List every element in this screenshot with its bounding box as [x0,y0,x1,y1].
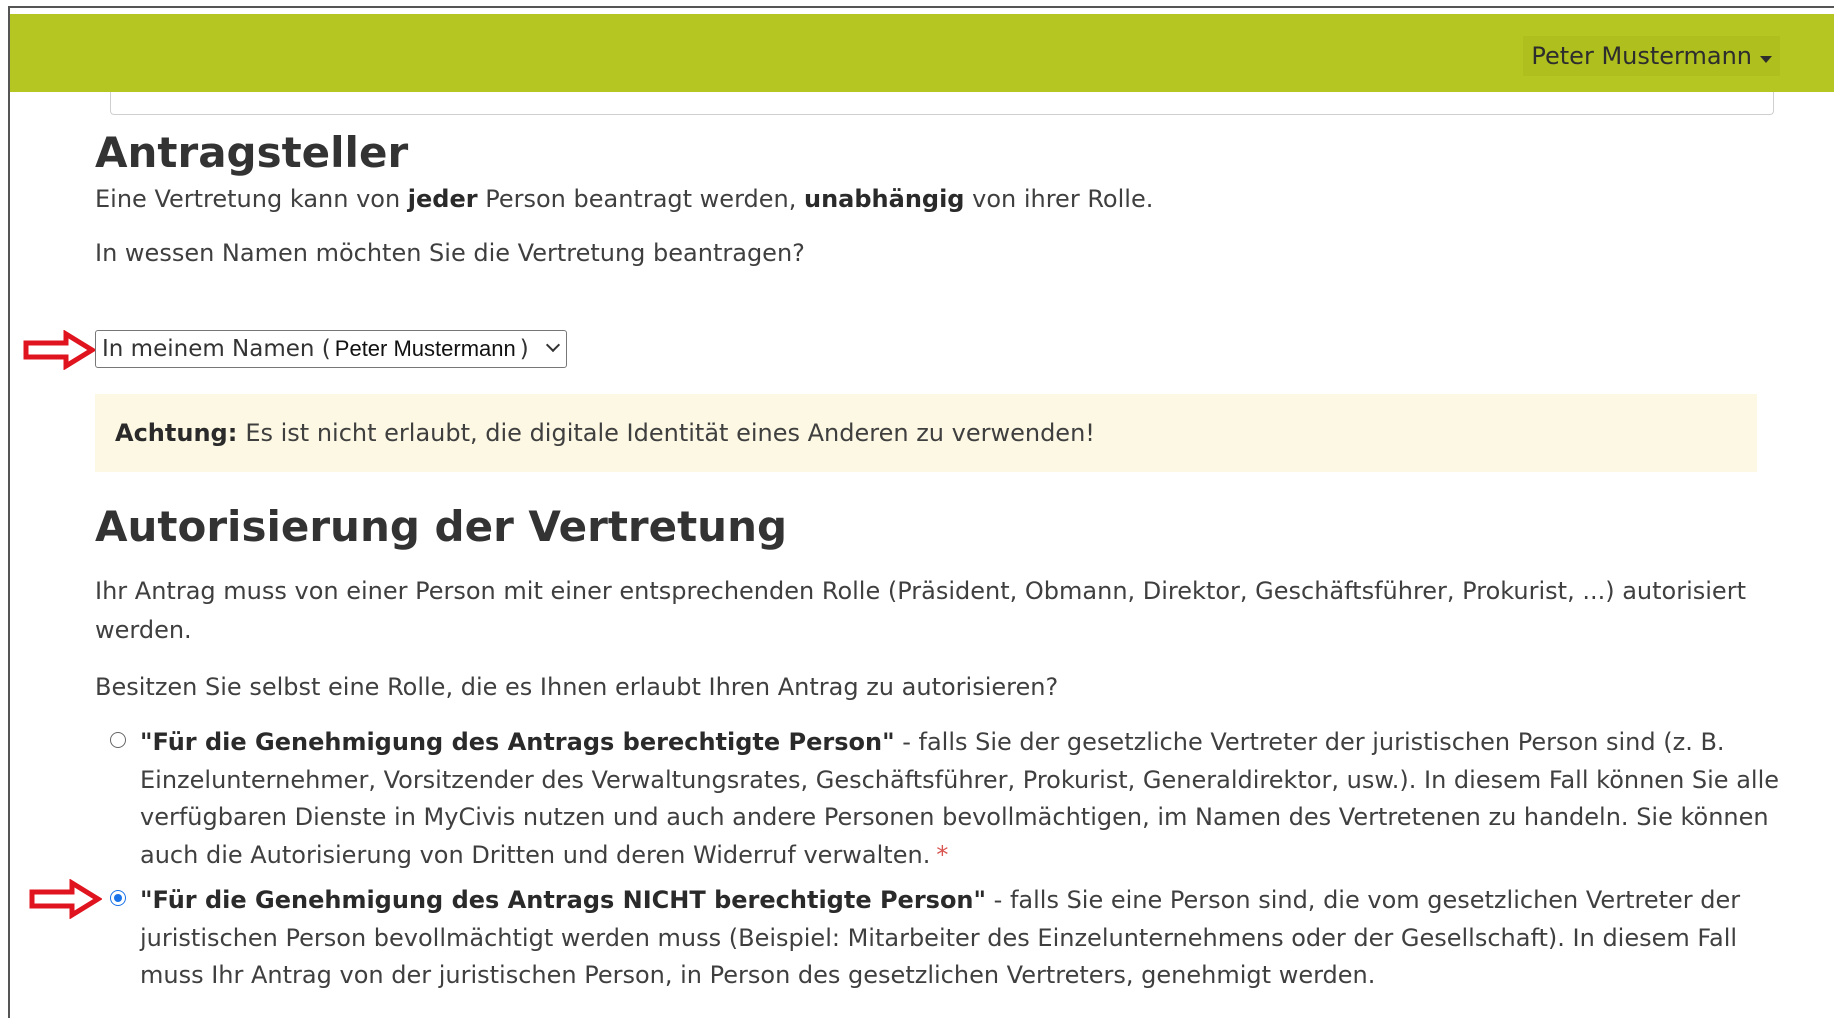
radio-authorized[interactable] [110,732,126,748]
required-asterisk: * [936,840,949,869]
applicant-question: In wessen Namen möchten Sie die Vertretu… [95,239,805,267]
authorization-intro: Ihr Antrag muss von einer Person mit ein… [95,577,1746,644]
red-arrow-icon [23,330,96,370]
top-navigation-bar: Peter Mustermann [10,14,1834,92]
radio-label-authorized: "Für die Genehmigung des Antrags berecht… [140,728,1780,869]
caret-down-icon [1760,55,1772,63]
applicant-name-select[interactable]: In meinem Namen ( Peter Mustermann ) [95,330,567,368]
radio-label-not-authorized: "Für die Genehmigung des Antrags NICHT b… [140,886,1741,989]
warning-alert: Achtung: Es ist nicht erlaubt, die digit… [95,394,1757,472]
user-name: Peter Mustermann [1531,42,1752,70]
radio-not-authorized[interactable] [110,890,126,906]
previous-section-box [110,92,1774,115]
user-menu-dropdown[interactable]: Peter Mustermann [1523,36,1780,76]
red-arrow-icon [29,879,102,919]
section-title-applicant: Antragsteller [95,128,409,177]
authorization-question: Besitzen Sie selbst eine Rolle, die es I… [95,673,1059,701]
browser-viewport: Peter Mustermann Antragsteller Eine Vert… [8,6,1834,1018]
chevron-down-icon [545,337,561,353]
section-title-authorization: Autorisierung der Vertretung [95,502,788,551]
applicant-intro: Eine Vertretung kann von jeder Person be… [95,185,1154,213]
